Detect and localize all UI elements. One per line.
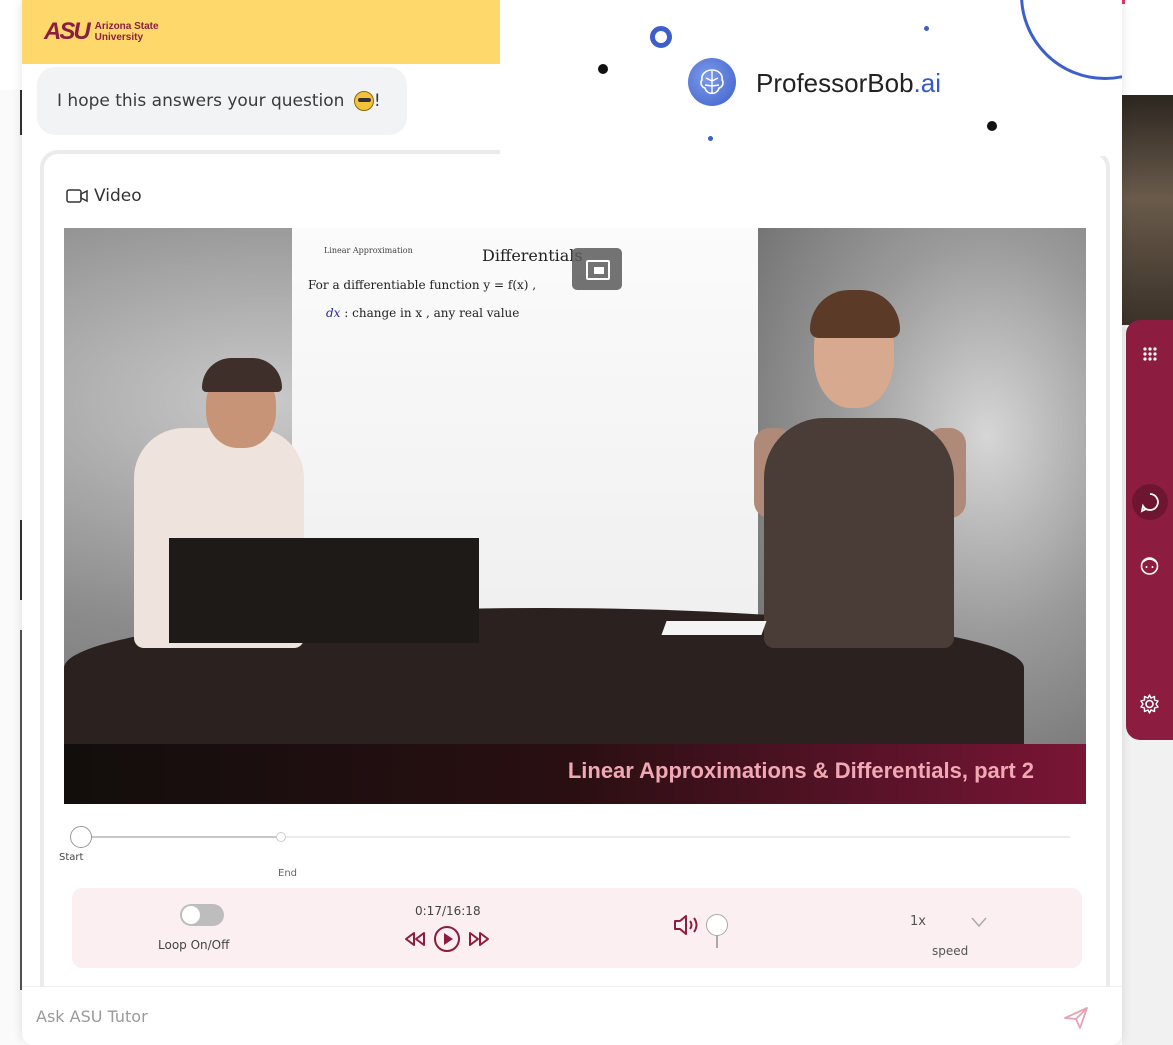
decor-arc xyxy=(1020,0,1122,80)
asu-logo-mark: ASU xyxy=(44,18,91,45)
brand-suffix: .ai xyxy=(913,68,941,98)
ask-tutor-input[interactable] xyxy=(36,997,1036,1035)
clip-end-label: End xyxy=(278,868,298,879)
speed-label: speed xyxy=(932,944,969,958)
asu-logo[interactable]: ASU Arizona State University xyxy=(44,20,159,44)
whiteboard-title: Differentials xyxy=(482,246,583,265)
video-caption-bar: Linear Approximations & Differentials, p… xyxy=(64,744,1086,804)
student-body xyxy=(764,418,954,648)
decor-dot xyxy=(708,136,713,141)
video-section-label: Video xyxy=(66,186,142,206)
rewind-icon[interactable] xyxy=(402,926,428,952)
brain-logo-icon xyxy=(688,58,736,106)
picture-in-picture-icon[interactable] xyxy=(572,248,622,290)
chat-message-suffix: ! xyxy=(373,91,381,111)
speed-value[interactable]: 1x xyxy=(910,914,926,929)
face-icon[interactable] xyxy=(1126,546,1173,586)
whiteboard-dx: dx xyxy=(326,306,341,320)
video-camera-icon xyxy=(66,189,88,203)
clip-start-label: Start xyxy=(59,852,84,863)
volume-icon[interactable] xyxy=(672,912,704,938)
play-icon[interactable] xyxy=(434,926,460,952)
paper-sheet xyxy=(661,621,767,635)
fast-forward-icon[interactable] xyxy=(466,926,492,952)
whiteboard-line: For a differentiable function y = f(x) , xyxy=(308,278,537,292)
studio-lectern xyxy=(169,538,479,643)
video-section-title: Video xyxy=(94,186,142,206)
playback-buttons xyxy=(402,926,492,952)
student-figure xyxy=(754,288,974,648)
chat-icon[interactable] xyxy=(1132,484,1168,520)
decor-ring xyxy=(650,26,672,48)
sunglasses-emoji-icon xyxy=(353,91,374,111)
clip-range-slider[interactable] xyxy=(84,836,1070,838)
background-left xyxy=(0,90,22,1045)
time-display: 0:17/16:18 xyxy=(415,904,481,918)
professorbob-banner: ProfessorBob.ai xyxy=(500,0,1122,156)
clip-start-handle[interactable] xyxy=(70,826,92,848)
decor-dot xyxy=(598,64,608,74)
chat-bubble-icon xyxy=(1140,493,1159,513)
professorbob-wordmark: ProfessorBob.ai xyxy=(756,68,941,99)
loop-toggle[interactable] xyxy=(180,904,224,926)
video-card: Video Linear Approximation Differentials… xyxy=(40,150,1110,1045)
volume-slider-handle[interactable] xyxy=(706,914,728,948)
asu-logo-name: Arizona State University xyxy=(95,21,159,43)
decor-dot xyxy=(924,26,929,31)
clip-range-fill xyxy=(84,836,282,838)
chat-message-bubble: I hope this answers your question ! xyxy=(37,67,407,135)
video-player[interactable]: Linear Approximation Differentials For a… xyxy=(64,228,1086,804)
clip-end-handle[interactable] xyxy=(276,832,287,842)
background-photo xyxy=(1122,95,1173,325)
side-toolbar xyxy=(1126,320,1173,740)
chat-message-text: I hope this answers your question xyxy=(57,91,345,111)
decor-dot xyxy=(987,121,997,131)
chevron-down-icon[interactable] xyxy=(970,916,988,928)
chat-input-bar xyxy=(22,986,1122,1045)
instructor-cap xyxy=(202,358,282,392)
whiteboard-line: dx : change in x , any real value xyxy=(326,306,519,320)
grid-icon[interactable] xyxy=(1126,334,1173,374)
whiteboard-definition: : change in x , any real value xyxy=(340,306,520,320)
student-hair xyxy=(810,290,900,338)
send-icon[interactable] xyxy=(1062,1005,1090,1031)
volume-control xyxy=(672,912,728,948)
whiteboard-topic: Linear Approximation xyxy=(324,246,413,255)
brand-name: ProfessorBob xyxy=(756,68,914,98)
loop-label: Loop On/Off xyxy=(158,938,230,952)
asu-name-line1: Arizona State xyxy=(94,21,159,32)
tutor-widget: ASU Arizona State University I hope this… xyxy=(22,0,1122,1045)
gear-icon[interactable] xyxy=(1126,684,1173,724)
video-caption: Linear Approximations & Differentials, p… xyxy=(567,758,1034,783)
playback-controls: Loop On/Off 0:17/16:18 1x speed xyxy=(72,888,1082,968)
asu-name-line2: University xyxy=(94,32,144,43)
